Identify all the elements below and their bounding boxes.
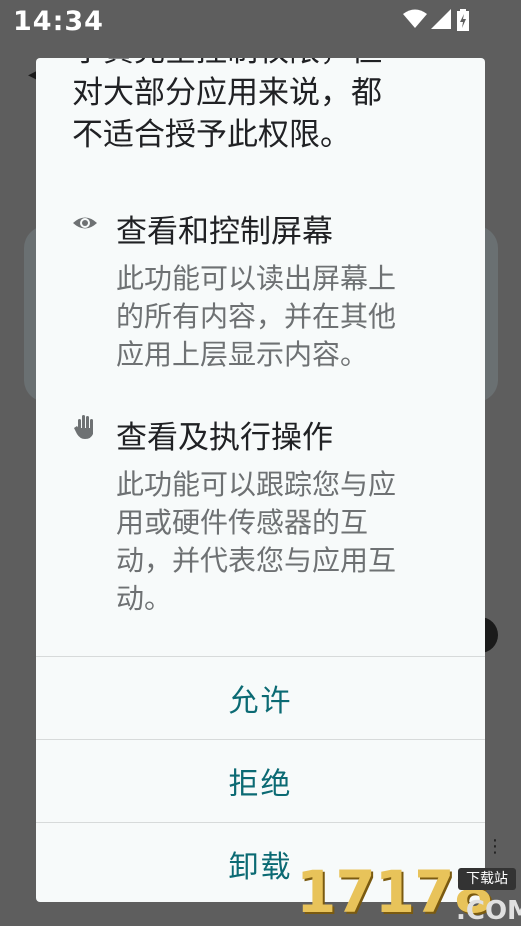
eye-icon — [73, 217, 97, 229]
description-line: 应用上层显示内容。 — [116, 338, 369, 371]
site-watermark: 17178 下载站 .COM — [296, 858, 521, 926]
permission-description: 此功能可以读出屏幕上 的所有内容，并在其他 应用上层显示内容。 — [116, 260, 456, 374]
description-line: 用或硬件传感器的互 — [116, 506, 369, 539]
description-line: 动，并代表您与应用互 — [116, 544, 397, 577]
status-bar: 14:34 — [0, 0, 521, 48]
permission-dialog: 予資完全控制权限，但 对大部分应用来说，都 不适合授予此权限。 查看和控制屏幕 … — [36, 58, 485, 902]
status-icons — [403, 9, 483, 31]
permission-title: 查看和控制屏幕 — [116, 214, 333, 250]
description-line: 此功能可以读出屏幕上 — [116, 262, 397, 295]
watermark-suffix: .COM — [456, 896, 521, 926]
intro-line: 对大部分应用来说，都 — [72, 75, 382, 111]
watermark-badge: 下载站 — [458, 868, 516, 890]
description-line: 的所有内容，并在其他 — [116, 300, 397, 333]
battery-charging-icon — [457, 9, 469, 31]
intro-line: 予資完全控制权限，但 — [72, 58, 452, 72]
intro-line: 不适合授予此权限。 — [72, 117, 351, 153]
description-line: 此功能可以跟踪您与应 — [116, 468, 397, 501]
deny-button[interactable]: 拒绝 — [36, 740, 485, 822]
intro-text: 予資完全控制权限，但 对大部分应用来说，都 不适合授予此权限。 — [72, 58, 452, 156]
hand-icon — [74, 415, 93, 439]
cell-signal-icon — [431, 9, 451, 29]
permission-description: 此功能可以跟踪您与应 用或硬件传感器的互 动，并代表您与应用互 动。 — [116, 466, 456, 618]
description-line: 动。 — [116, 582, 173, 615]
permission-title: 查看及执行操作 — [116, 420, 333, 456]
background-icon: ⋮ — [486, 836, 504, 857]
allow-button[interactable]: 允许 — [36, 657, 485, 739]
dialog-scroll-content[interactable]: 予資完全控制权限，但 对大部分应用来说，都 不适合授予此权限。 查看和控制屏幕 … — [36, 58, 485, 656]
wifi-icon — [403, 9, 427, 28]
status-time: 14:34 — [13, 6, 104, 37]
